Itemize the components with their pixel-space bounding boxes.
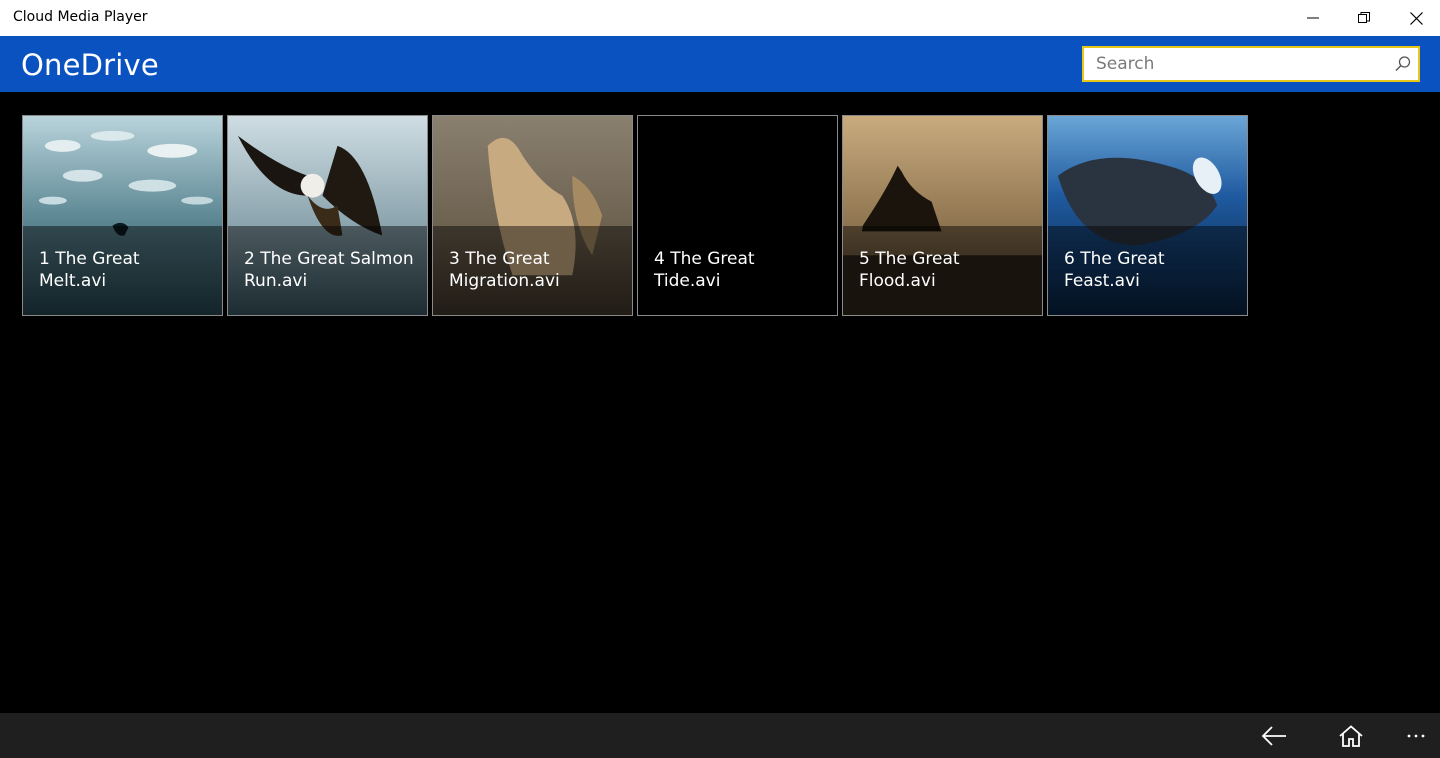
- video-tile[interactable]: 2 The Great Salmon Run.avi: [227, 115, 428, 316]
- video-tile[interactable]: 4 The Great Tide.avi: [637, 115, 838, 316]
- back-arrow-icon: [1261, 725, 1286, 746]
- restore-button[interactable]: [1341, 0, 1387, 36]
- video-tile[interactable]: 5 The Great Flood.avi: [842, 115, 1043, 316]
- search-input[interactable]: [1084, 48, 1396, 80]
- more-options-button[interactable]: [1392, 713, 1440, 758]
- home-icon: [1339, 724, 1363, 747]
- minimize-icon: [1307, 17, 1319, 19]
- page-title: OneDrive: [21, 48, 159, 82]
- video-title: 3 The Great Migration.avi: [449, 249, 560, 291]
- video-tile[interactable]: 1 The Great Melt.avi: [22, 115, 223, 316]
- bottom-app-bar: [0, 713, 1440, 758]
- video-title: 5 The Great Flood.avi: [859, 249, 960, 291]
- search-icon[interactable]: [1394, 55, 1412, 73]
- home-button[interactable]: [1327, 713, 1375, 758]
- search-box[interactable]: [1082, 46, 1420, 82]
- video-title: 4 The Great Tide.avi: [654, 249, 755, 291]
- video-title: 2 The Great Salmon Run.avi: [244, 249, 414, 291]
- close-button[interactable]: [1393, 0, 1439, 36]
- video-tile[interactable]: 3 The Great Migration.avi: [432, 115, 633, 316]
- restore-icon: [1358, 12, 1370, 23]
- video-tile[interactable]: 6 The Great Feast.avi: [1047, 115, 1248, 316]
- back-button[interactable]: [1250, 713, 1298, 758]
- video-title: 1 The Great Melt.avi: [39, 249, 140, 291]
- window-title: Cloud Media Player: [13, 9, 148, 25]
- window-titlebar: Cloud Media Player: [0, 0, 1440, 36]
- close-icon: [1409, 11, 1423, 25]
- video-title: 6 The Great Feast.avi: [1064, 249, 1165, 291]
- minimize-button[interactable]: [1290, 0, 1336, 36]
- more-options-icon: [1407, 734, 1425, 737]
